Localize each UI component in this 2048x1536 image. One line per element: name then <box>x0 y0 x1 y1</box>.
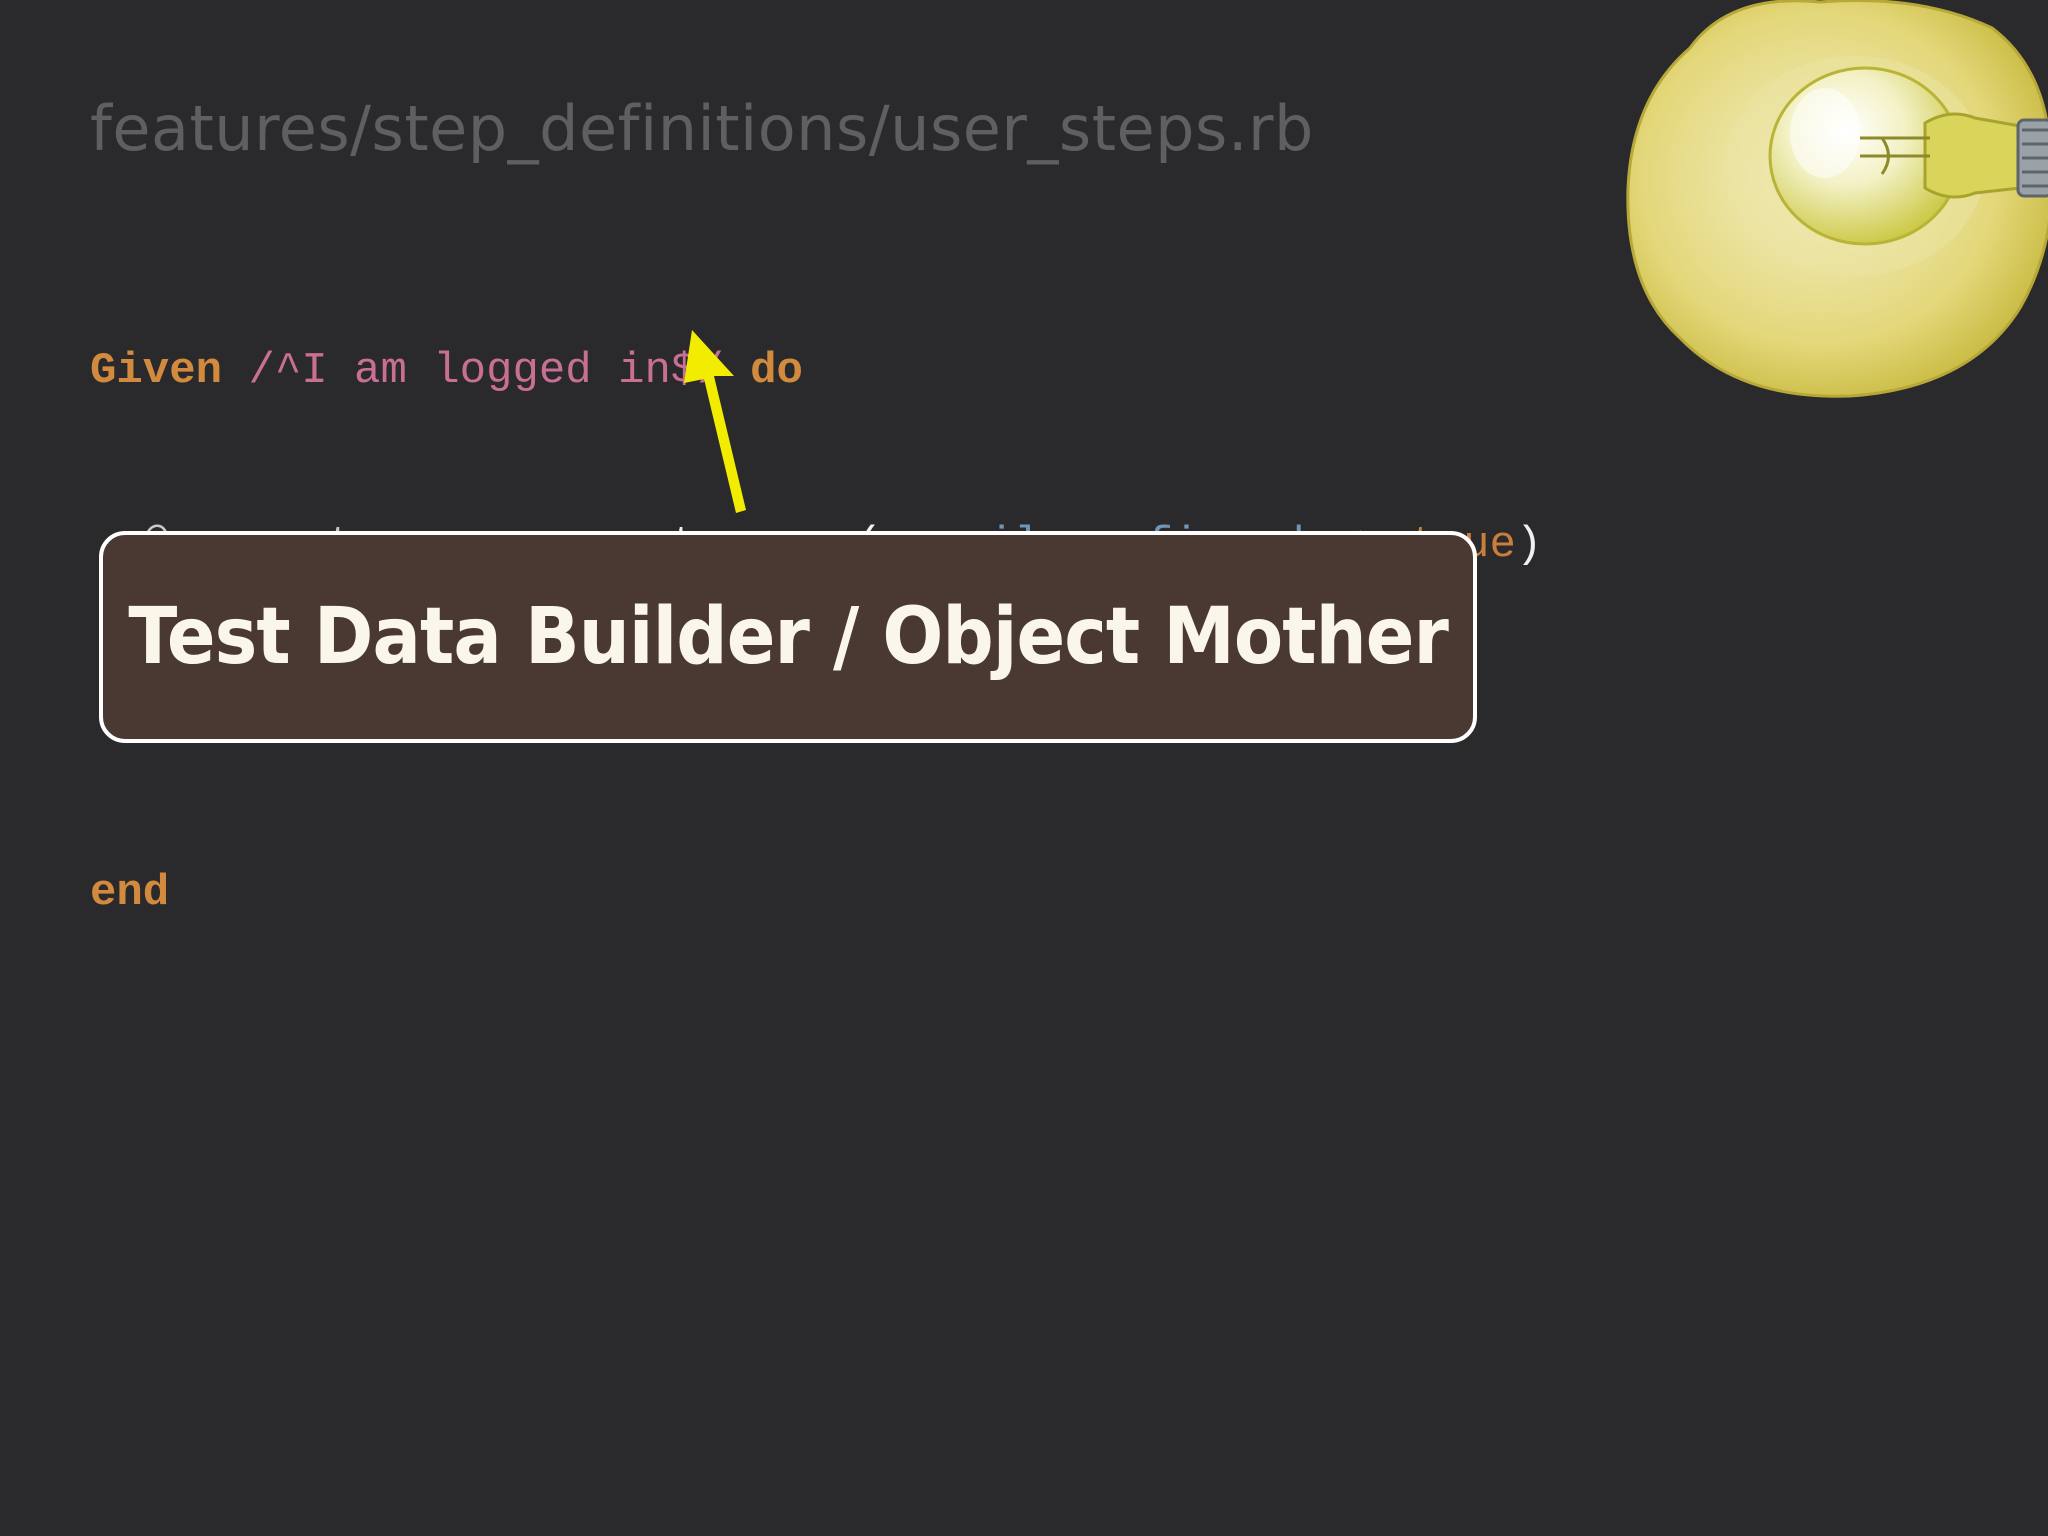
keyword-given: Given <box>90 346 223 396</box>
callout-box: Test Data Builder / Object Mother <box>99 531 1477 743</box>
file-path-title: features/step_definitions/user_steps.rb <box>90 92 1314 165</box>
arrow-up-icon <box>684 330 746 513</box>
code-line-1: Given /^I am logged in$/ do <box>90 342 1542 400</box>
close-paren: ) <box>1515 520 1543 570</box>
lightbulb-icon <box>1626 0 2048 398</box>
keyword-end: end <box>90 868 170 918</box>
callout-text: Test Data Builder / Object Mother <box>128 592 1449 682</box>
regex-literal: /^I am logged in$/ <box>248 346 724 396</box>
code-line-3: end <box>90 864 1542 922</box>
